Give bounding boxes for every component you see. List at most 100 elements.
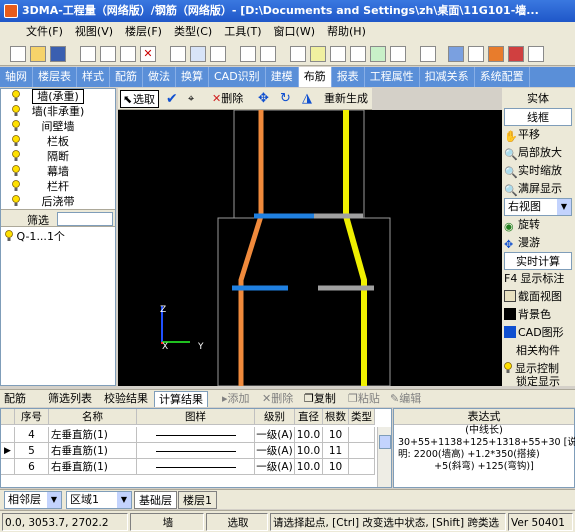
paste-icon[interactable]: [120, 46, 136, 62]
cell-shape[interactable]: [137, 459, 255, 475]
zoom-realtime-button[interactable]: 🔍实时缩放: [504, 162, 572, 180]
tab-filter-list[interactable]: 筛选列表: [48, 391, 92, 407]
bg-color-button[interactable]: 背景色: [504, 306, 572, 324]
cell-no[interactable]: 5: [15, 443, 49, 459]
delete-icon[interactable]: ✕: [140, 46, 156, 62]
component-item[interactable]: 墙(非承重): [1, 104, 115, 119]
tab-style[interactable]: 样式: [77, 67, 110, 87]
component-item[interactable]: 栏杆: [1, 179, 115, 194]
edit-button[interactable]: ✎编辑: [390, 391, 421, 407]
tab-verify-result[interactable]: 校验结果: [104, 391, 148, 407]
cell-name[interactable]: 右垂直筋(1): [49, 443, 137, 459]
cell-name[interactable]: 右垂直筋(1): [49, 459, 137, 475]
copy-button[interactable]: ❐复制: [304, 391, 336, 407]
menu-window[interactable]: 窗口(W): [268, 22, 321, 42]
section-view-button[interactable]: 截面视图: [504, 288, 572, 306]
menu-type[interactable]: 类型(C): [168, 22, 218, 42]
tab-project-props[interactable]: 工程属性: [365, 67, 420, 87]
grid-toggle-icon[interactable]: [488, 46, 504, 62]
tab-rebar-config[interactable]: 配筋: [4, 391, 26, 407]
tab-modeling[interactable]: 建模: [266, 67, 299, 87]
cell-grade[interactable]: 一级(A): [255, 459, 295, 475]
mirror-icon[interactable]: ◮: [302, 90, 312, 108]
check-icon[interactable]: [370, 46, 386, 62]
roam-button[interactable]: ✥ 漫游: [504, 234, 572, 252]
component-item[interactable]: 栏板: [1, 134, 115, 149]
component-item[interactable]: 幕墙: [1, 164, 115, 179]
show-annotation-button[interactable]: F4 显示标注: [504, 270, 572, 288]
menu-file[interactable]: 文件(F): [0, 22, 69, 42]
tab-place-rebar[interactable]: 布筋: [298, 67, 332, 87]
cad-graphic-button[interactable]: CAD图形: [504, 324, 572, 342]
floor-scope-select[interactable]: 相邻层 ▼: [4, 491, 62, 509]
cell-count[interactable]: 11: [323, 443, 349, 459]
tab-axis[interactable]: 轴网: [0, 67, 33, 87]
move-icon[interactable]: ✥: [258, 90, 269, 108]
regenerate-button[interactable]: 重新生成: [324, 90, 368, 108]
component-item[interactable]: 间壁墙: [1, 119, 115, 134]
cell-count[interactable]: 10: [323, 427, 349, 443]
grid-icon[interactable]: [190, 46, 206, 62]
cell-shape[interactable]: [137, 427, 255, 443]
menu-floor[interactable]: 楼层(F): [119, 22, 168, 42]
cell-diameter[interactable]: 10.0: [295, 443, 323, 459]
delete-button[interactable]: ✕删除: [212, 90, 243, 108]
lock-display-button[interactable]: 锁定显示: [504, 376, 572, 387]
confirm-icon[interactable]: ✔: [166, 90, 178, 108]
pan-button[interactable]: ✋平移: [504, 126, 572, 144]
tab-system-config[interactable]: 系统配置: [475, 67, 530, 87]
cell-grade[interactable]: 一级(A): [255, 427, 295, 443]
add-button[interactable]: ▸添加: [222, 391, 250, 407]
stop-icon[interactable]: [508, 46, 524, 62]
copy-icon[interactable]: [100, 46, 116, 62]
component-item[interactable]: 墙(承重): [1, 89, 115, 104]
cell-name[interactable]: 左垂直筋(1): [49, 427, 137, 443]
cell-type[interactable]: [349, 443, 375, 459]
paste-button[interactable]: ❐粘贴: [348, 391, 380, 407]
floor-tab-floor1[interactable]: 楼层1: [178, 491, 217, 509]
cell-shape[interactable]: [137, 443, 255, 459]
tab-method[interactable]: 做法: [143, 67, 176, 87]
cell-type[interactable]: [349, 427, 375, 443]
table-icon[interactable]: [170, 46, 186, 62]
rotate-icon[interactable]: ↻: [280, 90, 291, 108]
menu-help[interactable]: 帮助(H): [321, 22, 372, 42]
layout-icon[interactable]: [528, 46, 544, 62]
cell-no[interactable]: 6: [15, 459, 49, 475]
region-select[interactable]: 区域1 ▼: [66, 491, 132, 509]
export-icon[interactable]: [350, 46, 366, 62]
chart-icon[interactable]: [310, 46, 326, 62]
3d-view-canvas[interactable]: Z X Y: [118, 110, 502, 386]
rotate-button[interactable]: ◉ 旋转: [504, 216, 572, 234]
edit-icon[interactable]: [260, 46, 276, 62]
list-icon[interactable]: [210, 46, 226, 62]
window-icon[interactable]: [468, 46, 484, 62]
report-icon[interactable]: [290, 46, 306, 62]
cell-diameter[interactable]: 10.0: [295, 459, 323, 475]
sum-icon[interactable]: [330, 46, 346, 62]
open-file-icon[interactable]: [30, 46, 46, 62]
filter-input[interactable]: [57, 212, 113, 226]
new-file-icon[interactable]: [10, 46, 26, 62]
zoom-local-button[interactable]: 🔍局部放大: [504, 144, 572, 162]
filter-result-item[interactable]: Q-1...1个: [5, 229, 65, 245]
tab-deduction[interactable]: 扣减关系: [420, 67, 475, 87]
wireframe-mode-button[interactable]: 线框: [504, 108, 572, 126]
tab-cad-recognize[interactable]: CAD识别: [209, 67, 266, 87]
cell-count[interactable]: 10: [323, 459, 349, 475]
cell-no[interactable]: 4: [15, 427, 49, 443]
cell-type[interactable]: [349, 459, 375, 475]
fit-screen-button[interactable]: 🔍满屏显示: [504, 180, 572, 198]
cell-diameter[interactable]: 10.0: [295, 427, 323, 443]
tab-report[interactable]: 报表: [332, 67, 365, 87]
cut-icon[interactable]: [80, 46, 96, 62]
table-scrollbar[interactable]: [377, 427, 391, 487]
settings-icon[interactable]: [420, 46, 436, 62]
select-tool-button[interactable]: ⬉选取: [120, 90, 159, 108]
menu-view[interactable]: 视图(V): [69, 22, 119, 42]
component-item[interactable]: 后浇带: [1, 194, 115, 209]
print-icon[interactable]: [390, 46, 406, 62]
pick-tool-icon[interactable]: ⌖: [188, 90, 194, 108]
menu-tools[interactable]: 工具(T): [218, 22, 267, 42]
tab-rebar[interactable]: 配筋: [110, 67, 143, 87]
